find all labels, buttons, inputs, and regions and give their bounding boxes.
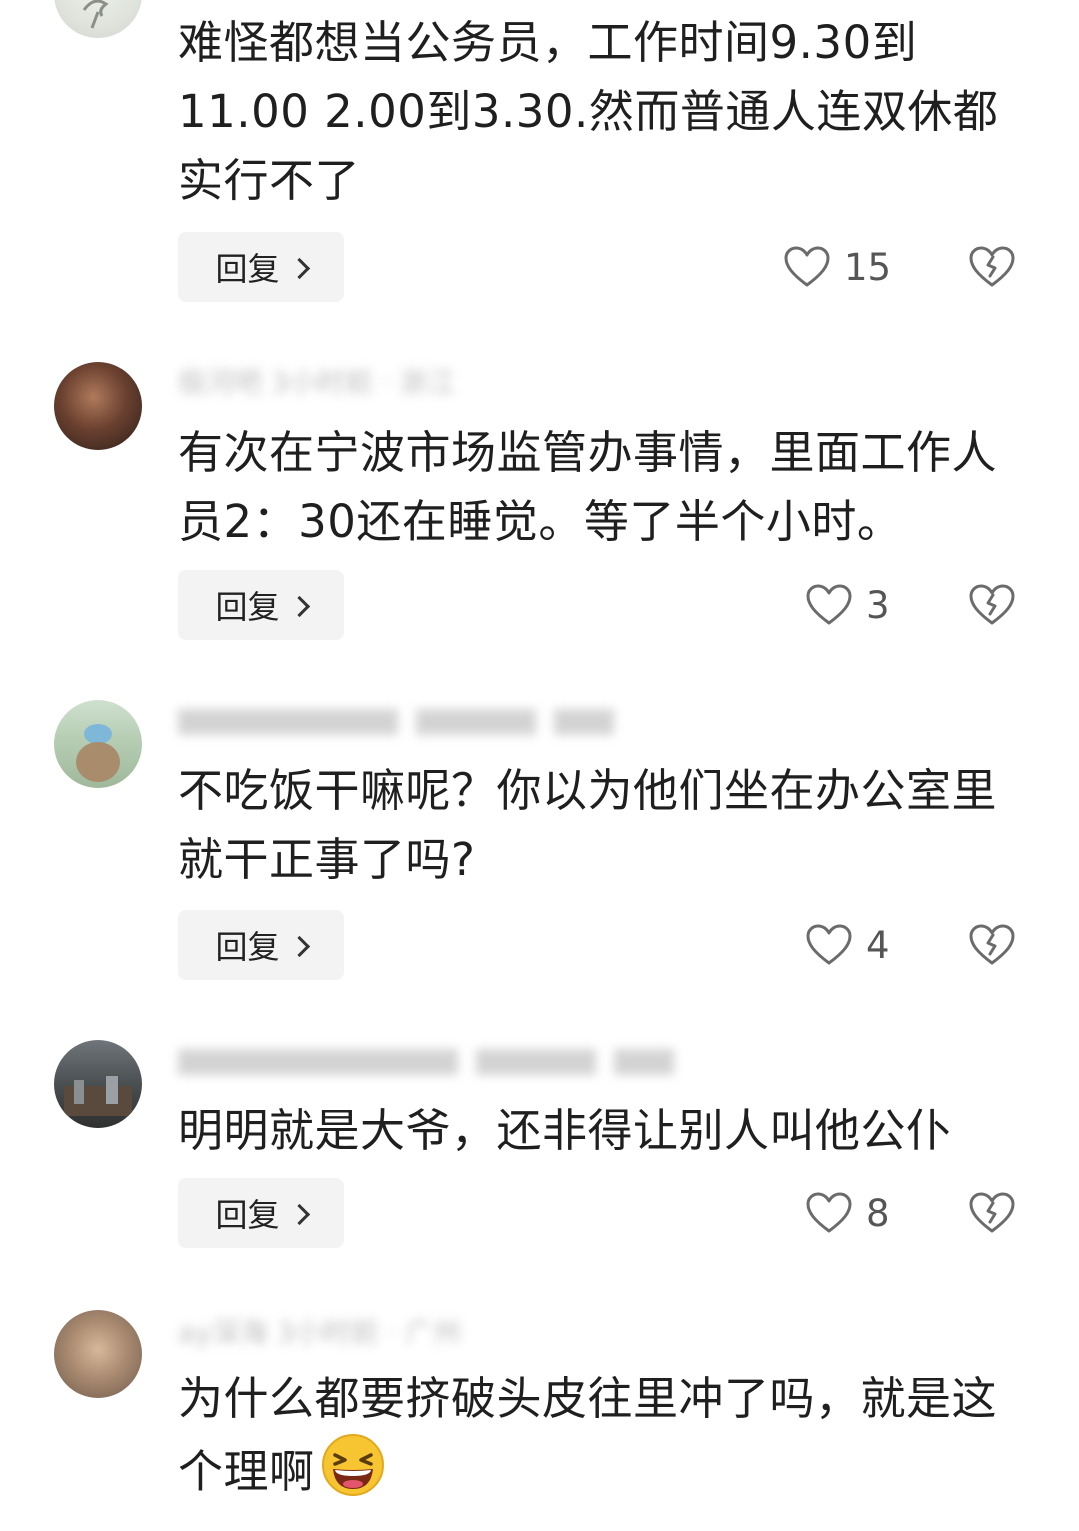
avatar[interactable] [54,700,142,788]
heart-outline-icon [806,584,852,625]
reply-label: 回复 [215,588,280,626]
like-count: 4 [866,923,890,967]
like-count: 3 [866,583,890,627]
avatar[interactable] [54,0,142,38]
like-button[interactable]: 4 [806,910,890,980]
chevron-right-icon [288,1203,310,1225]
comment-text: 有次在宁波市场监管办事情，里面工作人员2：30还在睡觉。等了半个小时。 [178,426,998,548]
reply-label: 回复 [215,1196,280,1234]
like-count: 15 [844,245,892,289]
heart-outline-icon [806,1192,852,1233]
like-button[interactable]: 15 [784,232,891,302]
dislike-button[interactable] [968,570,1016,640]
reply-button[interactable]: 回复 [178,1178,344,1248]
chevron-right-icon [288,257,310,279]
comment-text: 为什么都要挤破头皮往里冲了吗，就是这个理啊 [178,1364,1038,1506]
chevron-right-icon [288,935,310,957]
avatar[interactable] [54,1040,142,1128]
chevron-right-icon [288,595,310,617]
comment-text-content: 为什么都要挤破头皮往里冲了吗，就是这个理啊 [178,1372,998,1498]
broken-heart-icon [969,1192,1015,1233]
grinning-squinting-face-emoji [321,1434,384,1496]
reply-button[interactable]: 回复 [178,910,344,980]
heart-outline-icon [784,246,830,287]
like-button[interactable]: 8 [806,1178,890,1248]
dislike-button[interactable] [968,910,1016,980]
reply-button[interactable]: 回复 [178,232,344,302]
reply-label: 回复 [215,250,280,288]
broken-heart-icon [969,584,1015,625]
broken-heart-icon [969,246,1015,287]
like-count: 8 [866,1191,890,1235]
reply-button[interactable]: 回复 [178,570,344,640]
comment-meta: 极河吧 3小时前 · 浙江 [178,368,456,398]
comment-text: 难怪都想当公务员，工作时间9.30到11.00 2.00到3.30.然而普通人连… [178,16,999,207]
like-button[interactable]: 3 [806,570,890,640]
avatar[interactable] [54,1310,142,1398]
comment-meta: ay深海 3小时前 · 广州 [178,1318,462,1348]
avatar[interactable] [54,362,142,450]
reply-label: 回复 [215,928,280,966]
comment-meta [178,706,738,736]
comment-text: 明明就是大爷，还非得让别人叫他公仆 [178,1104,952,1157]
heart-outline-icon [806,924,852,965]
dislike-button[interactable] [968,232,1016,302]
comment-text: 不吃饭干嘛呢？你以为他们坐在办公室里就干正事了吗? [178,764,998,886]
comment-meta [178,1046,738,1076]
broken-heart-icon [969,924,1015,965]
dislike-button[interactable] [968,1178,1016,1248]
